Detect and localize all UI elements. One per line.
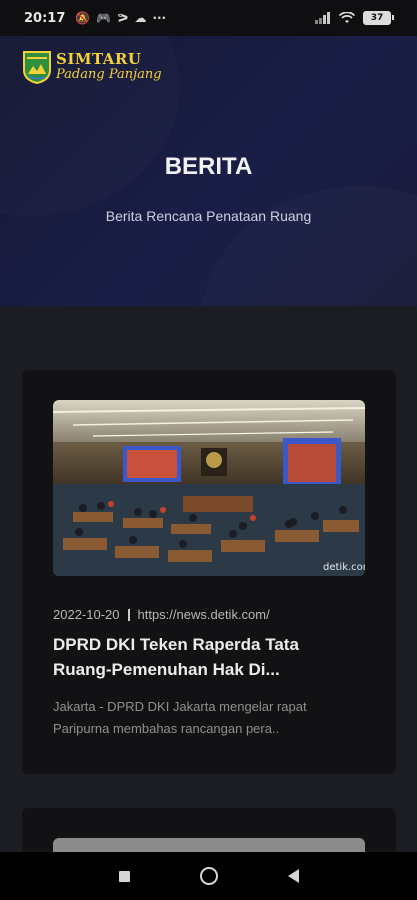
notification-icons: 🔕 🎮 ᕗ ☁ ···: [75, 11, 166, 25]
news-date: 2022-10-20: [53, 607, 120, 622]
more-icon: ···: [152, 11, 167, 25]
news-excerpt: Jakarta - DPRD DKI Jakarta mengelar rapa…: [53, 699, 307, 736]
logo-title: SIMTARU: [56, 50, 142, 69]
recents-button[interactable]: [118, 870, 130, 882]
system-nav-bar: [0, 852, 417, 900]
image-watermark: detik.com: [323, 562, 365, 573]
page-subtitle: Berita Rencana Penataan Ruang: [105, 208, 312, 224]
game-icon: 🎮: [96, 11, 112, 25]
battery-icon: 37: [363, 11, 394, 25]
cloud-icon: ☁: [134, 11, 147, 25]
news-thumbnail[interactable]: detik.com: [53, 400, 365, 576]
hero-decoration: [200, 186, 417, 306]
news-source-link[interactable]: https://news.detik.com/: [138, 607, 270, 622]
news-title[interactable]: DPRD DKI Teken Raperda Tata Ruang-Pemenu…: [53, 632, 353, 682]
page-title: BERITA: [164, 153, 253, 180]
meta-divider: [127, 608, 130, 621]
logo-subtitle: Padang Panjang: [56, 67, 162, 83]
home-button[interactable]: [199, 867, 218, 885]
shazam-icon: ᕗ: [117, 11, 129, 25]
regional-emblem-icon: [23, 51, 51, 84]
news-meta: 2022-10-20 https://news.detik.com/: [53, 607, 270, 622]
mute-icon: 🔕: [75, 11, 91, 25]
news-card[interactable]: detik.com 2022-10-20 https://news.detik.…: [22, 370, 396, 774]
wifi-icon: [339, 12, 355, 23]
hero-banner: SIMTARU Padang Panjang BERITA Berita Ren…: [0, 36, 417, 306]
status-bar: 20:17 🔕 🎮 ᕗ ☁ ··· 37: [0, 0, 417, 36]
signal-icon: [315, 12, 330, 24]
back-button[interactable]: [287, 869, 299, 883]
system-icons: 37: [315, 11, 394, 25]
app-logo[interactable]: SIMTARU Padang Panjang: [22, 50, 162, 84]
status-time: 20:17: [24, 10, 66, 26]
